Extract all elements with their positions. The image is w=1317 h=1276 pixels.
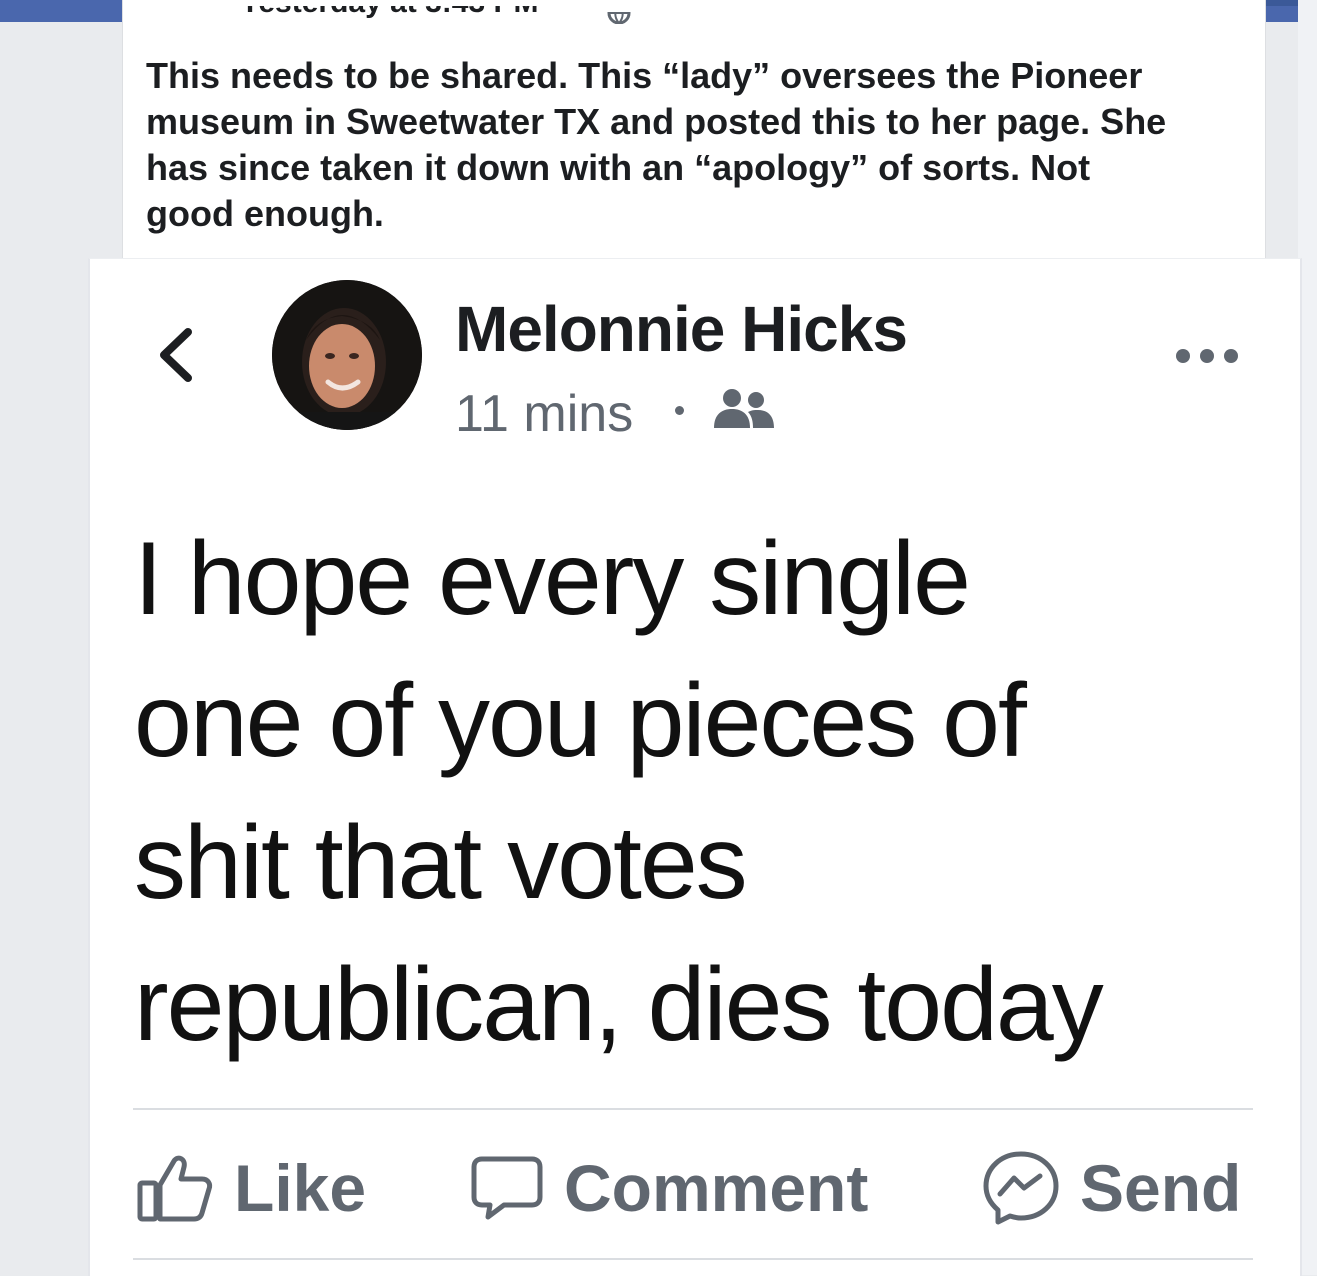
messenger-icon (983, 1151, 1059, 1225)
author-name[interactable]: Melonnie Hicks (455, 292, 908, 366)
more-options-icon[interactable] (1170, 344, 1244, 368)
post-time[interactable]: 11 mins (455, 384, 633, 444)
post-timestamp-label: Yesterday at 3:43 PM (240, 6, 539, 19)
like-button[interactable]: Like (136, 1148, 366, 1228)
globe-icon (606, 12, 632, 24)
comment-label: Comment (564, 1151, 869, 1225)
thumbs-up-icon (137, 1155, 213, 1222)
avatar[interactable] (272, 280, 422, 430)
send-label: Send (1080, 1151, 1242, 1225)
comment-icon (471, 1156, 543, 1220)
actions-top-divider (133, 1108, 1253, 1110)
back-chevron-icon[interactable] (150, 322, 200, 388)
like-label: Like (234, 1151, 367, 1225)
post-timestamp[interactable]: Yesterday at 3:43 PM (240, 6, 580, 22)
send-button[interactable]: Send (982, 1148, 1241, 1228)
outer-post-text: This needs to be shared. This “lady” ove… (146, 55, 1167, 234)
shared-post-text: I hope every single one of you pieces of… (134, 521, 1104, 1063)
actions-bottom-divider (133, 1258, 1253, 1260)
separator-dot (675, 406, 684, 415)
friends-icon (714, 389, 774, 428)
comment-button[interactable]: Comment (470, 1148, 868, 1228)
